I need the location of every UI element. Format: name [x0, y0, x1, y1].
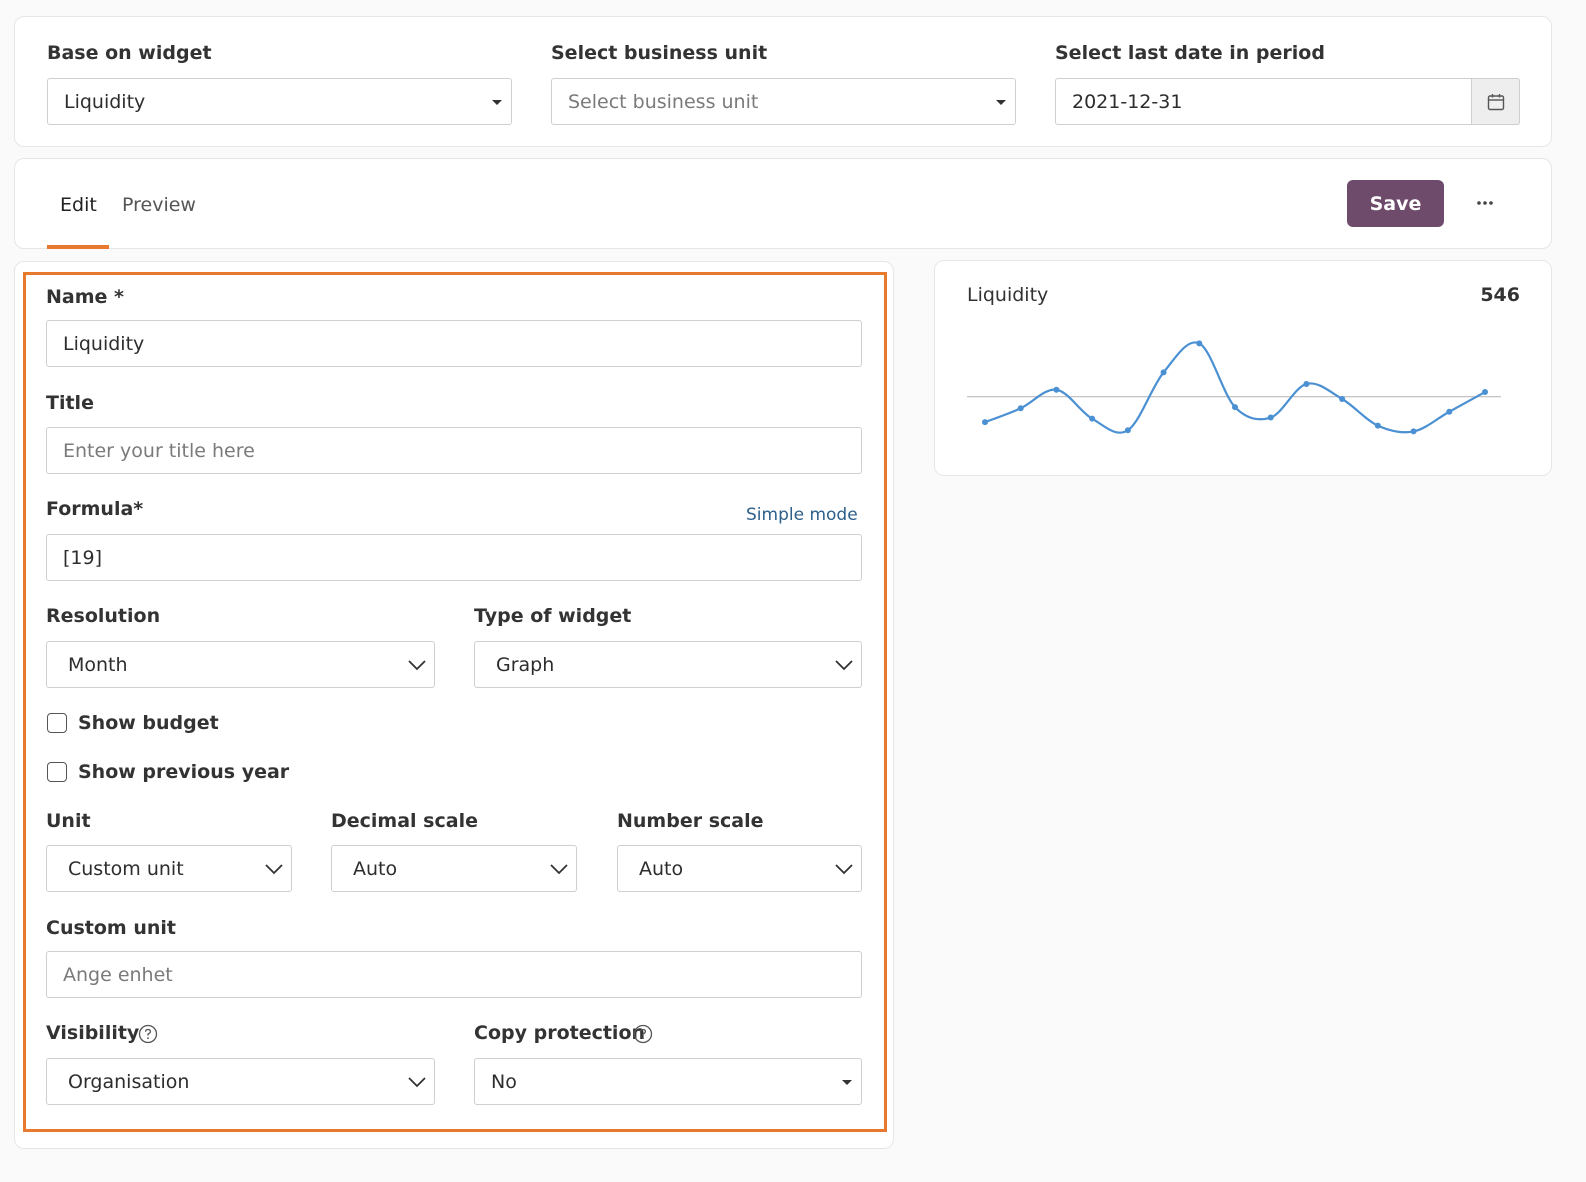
copy-protection-value: No	[491, 1070, 517, 1093]
data-point-1	[982, 419, 988, 426]
data-point-12	[1374, 422, 1381, 429]
chevron-down-icon	[550, 864, 568, 875]
title-placeholder: Enter your title here	[63, 439, 255, 462]
data-point-15	[1482, 389, 1488, 396]
widget-type-value: Graph	[496, 653, 555, 676]
data-point-11	[1339, 396, 1346, 402]
filter-card: Base on widget Liquidity Select business…	[14, 16, 1552, 147]
show-previous-year-checkbox[interactable]	[47, 762, 67, 782]
title-input[interactable]: Enter your title here	[46, 427, 862, 474]
name-input[interactable]: Liquidity	[46, 320, 862, 367]
base-widget-value: Liquidity	[64, 90, 146, 113]
caret-down-icon	[842, 1080, 852, 1085]
help-circle-icon[interactable]	[633, 1024, 653, 1044]
name-value: Liquidity	[63, 332, 145, 355]
caret-down-icon	[996, 100, 1006, 105]
help-circle-icon[interactable]	[138, 1024, 158, 1044]
resolution-value: Month	[68, 653, 128, 676]
data-point-10	[1303, 380, 1310, 387]
decimal-scale-select[interactable]: Auto	[331, 845, 577, 892]
last-date-value: 2021-12-31	[1072, 90, 1183, 113]
sparkline-chart	[967, 340, 1501, 435]
title-label: Title	[46, 392, 94, 414]
base-widget-select[interactable]: Liquidity	[47, 78, 512, 125]
active-tab-indicator	[47, 245, 109, 249]
visibility-select[interactable]: Organisation	[46, 1058, 435, 1105]
preview-card: Liquidity 546	[934, 260, 1552, 476]
chevron-down-icon	[408, 660, 426, 671]
calendar-button[interactable]	[1471, 78, 1520, 125]
base-widget-label: Base on widget	[47, 42, 212, 64]
chevron-down-icon	[835, 864, 853, 875]
save-button[interactable]: Save	[1347, 180, 1444, 227]
decimal-scale-label: Decimal scale	[331, 810, 478, 832]
custom-unit-placeholder: Ange enhet	[63, 963, 173, 986]
custom-unit-input[interactable]: Ange enhet	[46, 951, 862, 998]
number-scale-value: Auto	[639, 857, 684, 880]
more-horizontal-icon	[1477, 201, 1493, 205]
data-point-8	[1232, 404, 1238, 411]
data-point-14	[1446, 408, 1453, 415]
more-options-button[interactable]	[1467, 185, 1503, 221]
chevron-down-icon	[265, 864, 283, 875]
visibility-value: Organisation	[68, 1070, 190, 1093]
data-point-2	[1017, 405, 1024, 412]
number-scale-select[interactable]: Auto	[617, 845, 862, 892]
data-point-7	[1196, 340, 1203, 347]
tab-preview[interactable]: Preview	[122, 194, 196, 216]
form-card	[14, 261, 894, 1149]
preview-title: Liquidity	[967, 284, 1049, 306]
form-highlight-outline	[23, 272, 887, 1132]
data-point-9	[1267, 414, 1274, 421]
unit-select[interactable]: Custom unit	[46, 845, 292, 892]
last-date-input[interactable]: 2021-12-31	[1055, 78, 1520, 125]
decimal-scale-value: Auto	[353, 857, 398, 880]
tab-edit[interactable]: Edit	[60, 194, 97, 216]
formula-label: Formula*	[46, 498, 144, 520]
tab-bar: Edit Preview Save	[14, 158, 1552, 249]
unit-label: Unit	[46, 810, 91, 832]
preview-value: 546	[1480, 284, 1520, 306]
data-point-13	[1410, 428, 1417, 435]
series-line	[984, 341, 1486, 434]
show-previous-year-label: Show previous year	[78, 761, 290, 783]
widget-type-select[interactable]: Graph	[474, 641, 862, 688]
copy-protection-label: Copy protection	[474, 1022, 646, 1044]
data-point-6	[1160, 369, 1167, 376]
unit-value: Custom unit	[68, 857, 184, 880]
resolution-select[interactable]: Month	[46, 641, 435, 688]
formula-input[interactable]: [19]	[46, 534, 862, 581]
data-point-5	[1124, 427, 1131, 434]
simple-mode-link[interactable]: Simple mode	[746, 505, 858, 525]
visibility-label: Visibility	[46, 1022, 140, 1044]
widget-type-label: Type of widget	[474, 605, 632, 627]
business-unit-select[interactable]: Select business unit	[551, 78, 1016, 125]
show-budget-label: Show budget	[78, 712, 219, 734]
last-date-label: Select last date in period	[1055, 42, 1325, 64]
calendar-icon	[1487, 93, 1504, 110]
data-point-4	[1089, 415, 1096, 422]
resolution-label: Resolution	[46, 605, 161, 627]
data-point-3	[1053, 386, 1060, 393]
business-unit-label: Select business unit	[551, 42, 768, 64]
formula-value: [19]	[63, 546, 103, 569]
custom-unit-label: Custom unit	[46, 917, 176, 939]
chevron-down-icon	[408, 1077, 426, 1088]
business-unit-placeholder: Select business unit	[568, 90, 759, 113]
copy-protection-select[interactable]: No	[474, 1058, 862, 1105]
chevron-down-icon	[835, 660, 853, 671]
show-budget-checkbox[interactable]	[47, 713, 67, 733]
caret-down-icon	[492, 100, 502, 105]
name-label: Name *	[46, 286, 124, 308]
number-scale-label: Number scale	[617, 810, 764, 832]
